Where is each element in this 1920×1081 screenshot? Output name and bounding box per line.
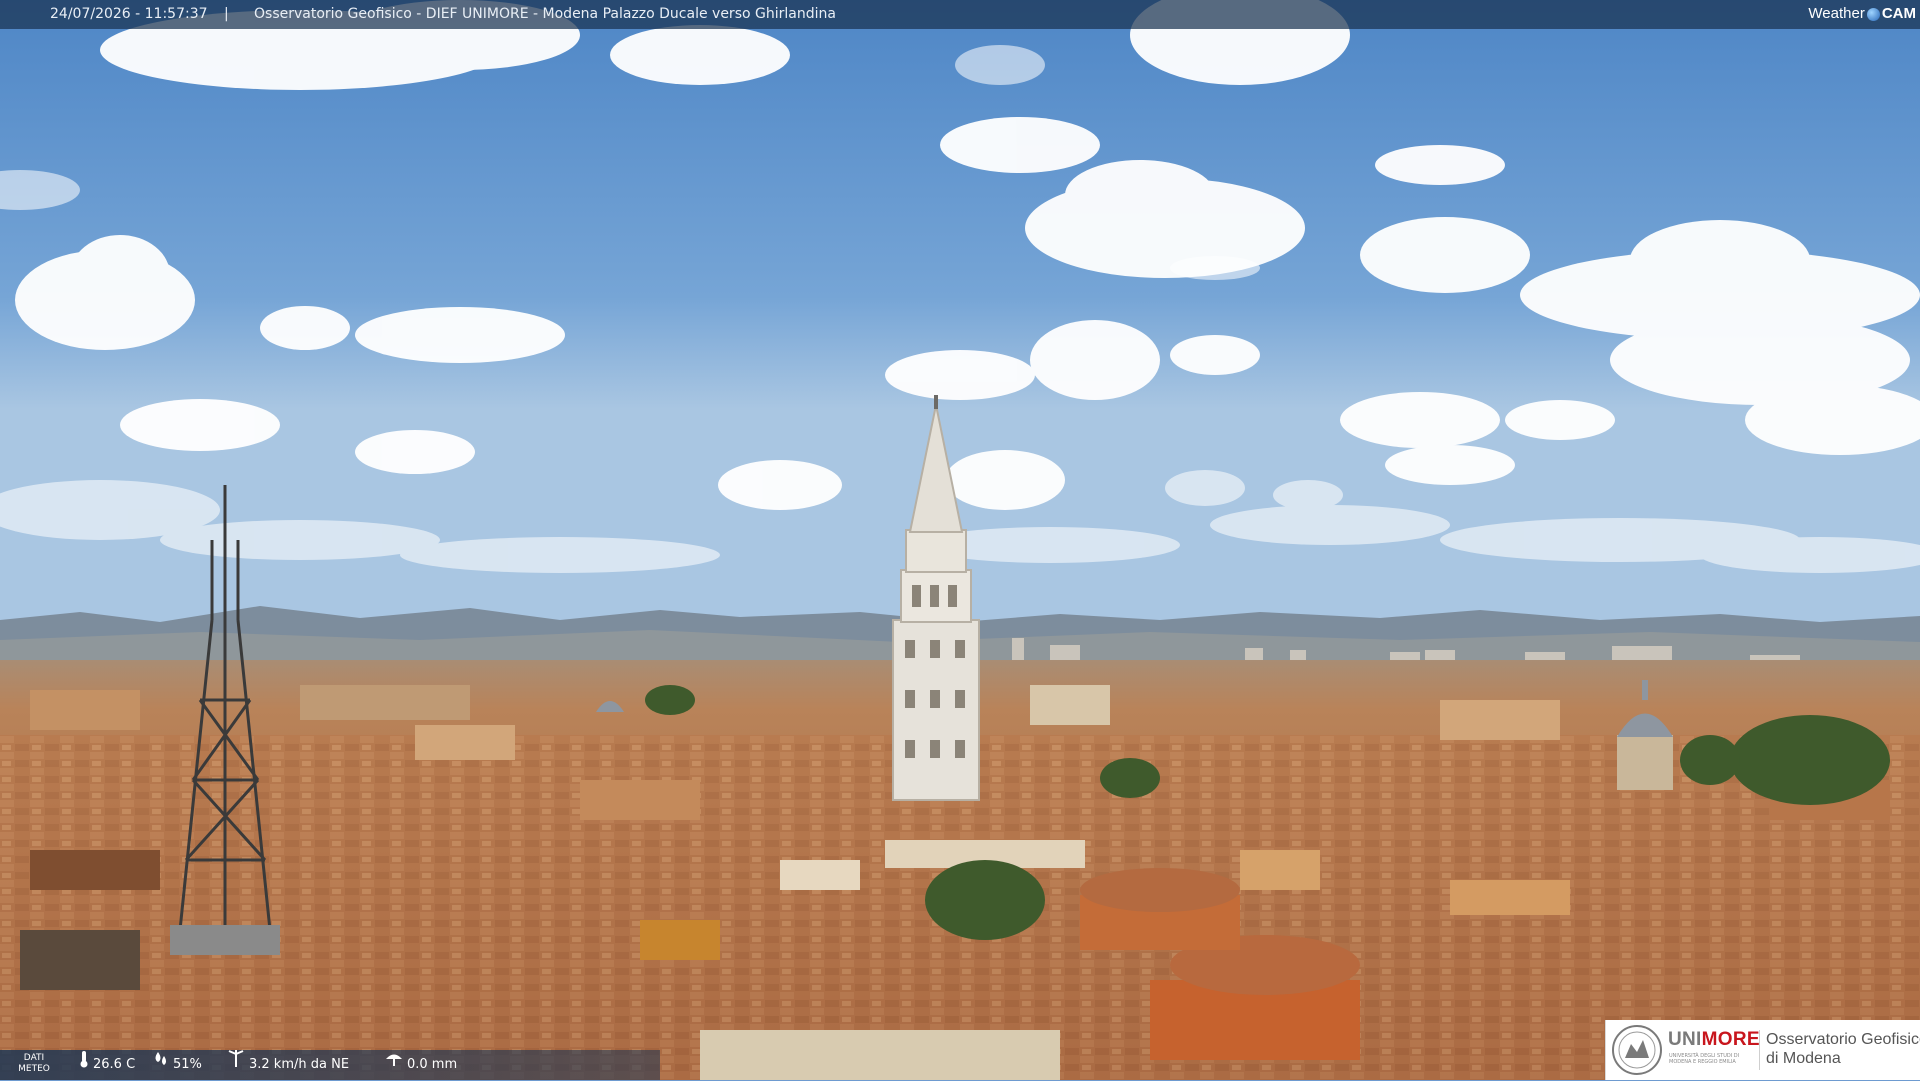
university-full-name: UNIVERSITÀ DEGLI STUDI DI MODENA E REGGI… — [1669, 1053, 1740, 1065]
weather-label-line2: METEO — [18, 1064, 50, 1074]
logo-divider — [1759, 1030, 1760, 1070]
unimore-logo-panel: UNIMORE UNIVERSITÀ DEGLI STUDI DI MODENA… — [1605, 1020, 1920, 1080]
weathercam-logo: Weather CAM — [1808, 3, 1916, 25]
humidity-reading: 51% — [152, 1050, 202, 1080]
thermometer-icon — [78, 1050, 90, 1080]
temperature-reading: 26.6 C — [78, 1050, 135, 1080]
weather-label: DATI METEO — [16, 1053, 52, 1075]
unimore-wordmark-uni: UNI — [1668, 1029, 1702, 1050]
globe-icon — [1866, 7, 1880, 21]
brand-word-cam: CAM — [1881, 5, 1916, 23]
wind-icon — [226, 1050, 246, 1080]
humidity-value: 51% — [173, 1057, 202, 1072]
wind-reading: 3.2 km/h da NE — [226, 1050, 349, 1080]
temperature-value: 26.6 C — [93, 1057, 136, 1072]
caption-separator: | — [224, 6, 229, 22]
brand-word-weather: Weather — [1808, 5, 1865, 23]
rain-value: 0.0 mm — [407, 1057, 458, 1072]
university-seal-icon — [1611, 1024, 1663, 1076]
antenna-base — [170, 925, 280, 955]
unimore-wordmark-more: MORE — [1701, 1029, 1760, 1050]
weather-label-line1: DATI — [23, 1053, 45, 1063]
wind-value: 3.2 km/h da NE — [249, 1057, 350, 1072]
weather-data-bar: DATI METEO 26.6 C 51% 3.2 km/h da NE 0.0… — [0, 1050, 660, 1080]
rain-reading: 0.0 mm — [384, 1050, 457, 1080]
rain-icon — [384, 1050, 404, 1080]
timestamp: 24/07/2026 - 11:57:37 — [50, 6, 208, 22]
droplets-icon — [152, 1050, 170, 1080]
city-panorama — [0, 0, 1920, 1080]
unimore-wordmark: UNIMORE — [1668, 1029, 1760, 1051]
observatory-name-line1: Osservatorio Geofisico — [1766, 1031, 1920, 1048]
caption-bar: 24/07/2026 - 11:57:37 | Osservatorio Geo… — [0, 0, 1920, 29]
camera-title: Osservatorio Geofisico - DIEF UNIMORE - … — [254, 6, 836, 22]
observatory-name-line2: di Modena — [1766, 1050, 1841, 1067]
webcam-image — [0, 0, 1920, 1080]
observatory-name: Osservatorio Geofisico di Modena — [1766, 1030, 1920, 1068]
